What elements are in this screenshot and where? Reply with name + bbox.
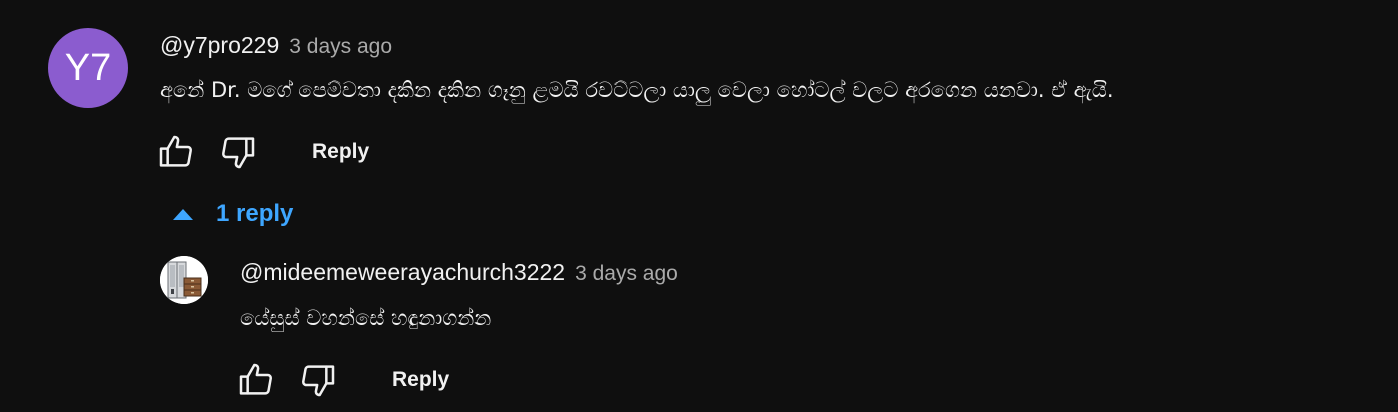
reply-action-bar: Reply — [236, 360, 449, 400]
reply-author[interactable]: @mideemeweerayachurch3222 — [240, 259, 565, 286]
caret-up-icon — [173, 209, 193, 220]
furniture-avatar-icon — [160, 256, 208, 304]
comment-action-bar: Reply — [156, 132, 369, 172]
comment-text: අනේ Dr. මගේ පෙම්වතා දකින දකින ගෑනු ළමයි … — [160, 78, 1114, 102]
thumbs-down-icon — [222, 137, 255, 169]
reply-header: @mideemeweerayachurch3222 3 days ago — [240, 259, 678, 286]
avatar-initials: Y7 — [64, 46, 112, 89]
reply-like-button[interactable] — [236, 360, 276, 400]
replies-count-label: 1 reply — [216, 200, 294, 227]
thumbs-up-icon — [159, 135, 192, 167]
comment-author[interactable]: @y7pro229 — [160, 32, 279, 59]
thumbs-up-icon — [239, 363, 272, 395]
thumbs-down-icon — [302, 365, 335, 397]
comment-header: @y7pro229 3 days ago — [160, 32, 392, 59]
reply-timestamp[interactable]: 3 days ago — [575, 262, 678, 286]
reply-button[interactable]: Reply — [312, 140, 369, 164]
like-button[interactable] — [156, 132, 196, 172]
commenter-avatar[interactable]: Y7 — [48, 28, 128, 108]
reply-dislike-button[interactable] — [298, 360, 338, 400]
comment-timestamp[interactable]: 3 days ago — [289, 35, 392, 59]
reply-text: යේසුස් වහන්සේ හඳුනාගන්න — [240, 306, 492, 330]
dislike-button[interactable] — [218, 132, 258, 172]
reply-avatar[interactable] — [160, 256, 208, 304]
reply-reply-button[interactable]: Reply — [392, 368, 449, 392]
replies-toggle[interactable]: 1 reply — [172, 200, 293, 228]
